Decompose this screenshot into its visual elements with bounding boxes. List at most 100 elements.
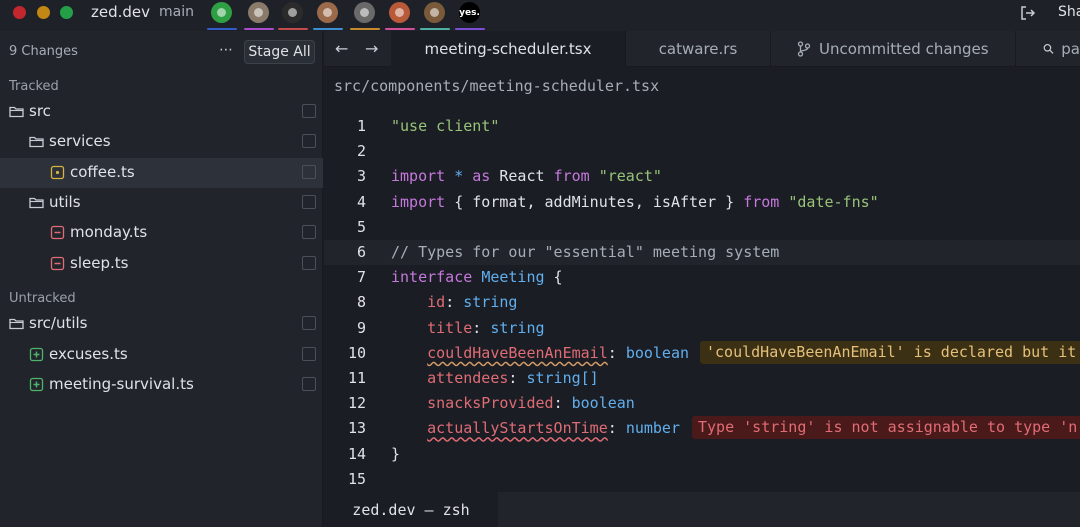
code-line[interactable]: 11 attendees: string[] bbox=[324, 366, 1080, 391]
stage-checkbox[interactable] bbox=[302, 195, 316, 209]
stage-checkbox[interactable] bbox=[302, 256, 316, 270]
code-line[interactable]: 10 couldHaveBeenAnEmail: boolean 'couldHa… bbox=[324, 340, 1080, 366]
code-text: title: string bbox=[391, 318, 544, 337]
stage-checkbox[interactable] bbox=[302, 347, 316, 361]
code-editor[interactable]: src/components/meeting-scheduler.tsx 1 "u… bbox=[324, 67, 1080, 492]
line-number: 14 bbox=[347, 444, 366, 463]
close-window-button[interactable] bbox=[13, 6, 26, 19]
code-line[interactable]: 13 actuallyStartsOnTime: number Type 'str… bbox=[324, 416, 1080, 441]
tracked-section-label: Tracked bbox=[9, 79, 59, 94]
tree-item-meeting-survival-ts[interactable]: meeting-survival.ts bbox=[0, 370, 323, 400]
breadcrumb[interactable]: src/components/meeting-scheduler.tsx bbox=[334, 77, 659, 95]
tree-item-utils[interactable]: utils bbox=[0, 188, 323, 218]
tree-item-src[interactable]: src bbox=[0, 97, 323, 127]
tree-item-coffee-ts[interactable]: coffee.ts bbox=[0, 158, 323, 188]
line-number: 1 bbox=[356, 117, 366, 135]
tab-meeting-scheduler[interactable]: meeting-scheduler.tsx bbox=[391, 31, 626, 67]
tab-label: Uncommitted changes bbox=[819, 40, 989, 58]
avatar-yes[interactable]: yes. bbox=[459, 2, 480, 23]
terminal-tab[interactable]: zed.dev — zsh bbox=[324, 492, 498, 527]
avatar-face-icon bbox=[360, 8, 369, 17]
search-icon bbox=[1043, 43, 1054, 54]
code-line[interactable]: 12 snacksProvided: boolean bbox=[324, 391, 1080, 416]
code-token: import bbox=[391, 167, 446, 186]
code-text: couldHaveBeenAnEmail: boolean bbox=[391, 344, 689, 362]
stage-checkbox[interactable] bbox=[302, 104, 316, 118]
avatar-green-robot[interactable] bbox=[211, 2, 232, 23]
avatar-person-1[interactable] bbox=[248, 2, 269, 23]
code-text: id: string bbox=[391, 293, 517, 311]
code-line[interactable]: 14} bbox=[324, 442, 1080, 467]
code-token: title bbox=[427, 318, 473, 337]
code-line[interactable]: 9 title: string bbox=[324, 316, 1080, 341]
code-line[interactable]: 7 interface Meeting { bbox=[324, 265, 1080, 290]
tree-item-label: src/utils bbox=[29, 314, 88, 332]
error-diagnostic[interactable]: Type 'string' is not assignable to type … bbox=[692, 416, 1080, 440]
tree-item-label: meeting-survival.ts bbox=[49, 375, 194, 393]
changes-count: 9 Changes bbox=[9, 44, 78, 59]
tree-item-src-utils[interactable]: src/utils bbox=[0, 309, 323, 339]
line-number: 2 bbox=[356, 142, 366, 161]
code-token: { format, addMinutes, isAfter } bbox=[445, 192, 744, 211]
collaborator-color-bar bbox=[385, 28, 415, 30]
tab-uncommitted-changes[interactable]: Uncommitted changes bbox=[771, 31, 1016, 67]
avatar-person-2[interactable] bbox=[317, 2, 338, 23]
tree-item-services[interactable]: services bbox=[0, 127, 323, 157]
stage-checkbox[interactable] bbox=[302, 377, 316, 391]
code-line[interactable]: 8 id: string bbox=[324, 290, 1080, 315]
code-line[interactable]: 15 bbox=[324, 467, 1080, 492]
code-line[interactable]: 3 import * as React from "react" bbox=[324, 164, 1080, 189]
tab-label: catware.rs bbox=[658, 40, 738, 58]
stage-checkbox[interactable] bbox=[302, 165, 316, 179]
code-token: "react" bbox=[598, 167, 662, 186]
stage-checkbox[interactable] bbox=[302, 316, 316, 330]
code-token: interface bbox=[391, 268, 473, 287]
file-deleted-icon bbox=[50, 225, 65, 240]
more-options-icon[interactable]: ⋯ bbox=[219, 42, 234, 58]
code-token: } bbox=[391, 444, 401, 463]
code-line[interactable]: 4 import { format, addMinutes, isAfter } … bbox=[324, 190, 1080, 215]
avatar-dark-cat[interactable] bbox=[282, 2, 303, 23]
code-line[interactable]: 1 "use client" bbox=[324, 114, 1080, 139]
share-button[interactable]: Sha bbox=[1058, 4, 1080, 20]
sign-out-icon[interactable] bbox=[1019, 4, 1037, 22]
avatar-person-5[interactable] bbox=[424, 2, 445, 23]
tree-item-label: monday.ts bbox=[70, 223, 148, 241]
avatar-face-icon bbox=[430, 8, 439, 17]
project-name[interactable]: zed.dev bbox=[91, 3, 150, 21]
tree-item-monday-ts[interactable]: monday.ts bbox=[0, 218, 323, 248]
collaborator-color-bar bbox=[207, 28, 237, 30]
navigate-back-icon[interactable]: ← bbox=[335, 39, 348, 58]
maximize-window-button[interactable] bbox=[60, 6, 73, 19]
avatar-person-3[interactable] bbox=[354, 2, 375, 23]
tab-search[interactable]: pa bbox=[1016, 31, 1080, 67]
navigate-forward-icon[interactable]: → bbox=[365, 39, 378, 58]
code-text: } bbox=[391, 445, 400, 463]
code-line[interactable]: 2 bbox=[324, 139, 1080, 164]
tab-label: pa bbox=[1061, 40, 1080, 58]
code-line[interactable]: 6 // Types for our "essential" meeting sy… bbox=[324, 240, 1080, 265]
minimize-window-button[interactable] bbox=[37, 6, 50, 19]
code-token: React bbox=[490, 167, 554, 186]
avatar-person-4[interactable] bbox=[389, 2, 410, 23]
tab-catware[interactable]: catware.rs bbox=[626, 31, 771, 67]
tree-item-label: src bbox=[29, 102, 51, 120]
code-token: snacksProvided bbox=[427, 394, 554, 413]
code-token: : bbox=[607, 343, 626, 362]
warning-diagnostic[interactable]: 'couldHaveBeenAnEmail' is declared but i… bbox=[700, 340, 1080, 364]
tab-label: meeting-scheduler.tsx bbox=[424, 40, 592, 58]
stage-checkbox[interactable] bbox=[302, 225, 316, 239]
tree-item-excuses-ts[interactable]: excuses.ts bbox=[0, 340, 323, 370]
code-line[interactable]: 5 bbox=[324, 215, 1080, 240]
git-panel-header: 9 Changes ⋯ Stage All bbox=[0, 31, 323, 71]
branch-name[interactable]: main bbox=[159, 4, 194, 20]
code-token: // Types for our "essential" meeting sys… bbox=[391, 243, 780, 261]
stage-checkbox[interactable] bbox=[302, 134, 316, 148]
tree-item-sleep-ts[interactable]: sleep.ts bbox=[0, 249, 323, 279]
stage-all-button[interactable]: Stage All bbox=[244, 40, 315, 64]
code-text: interface Meeting { bbox=[391, 268, 563, 286]
